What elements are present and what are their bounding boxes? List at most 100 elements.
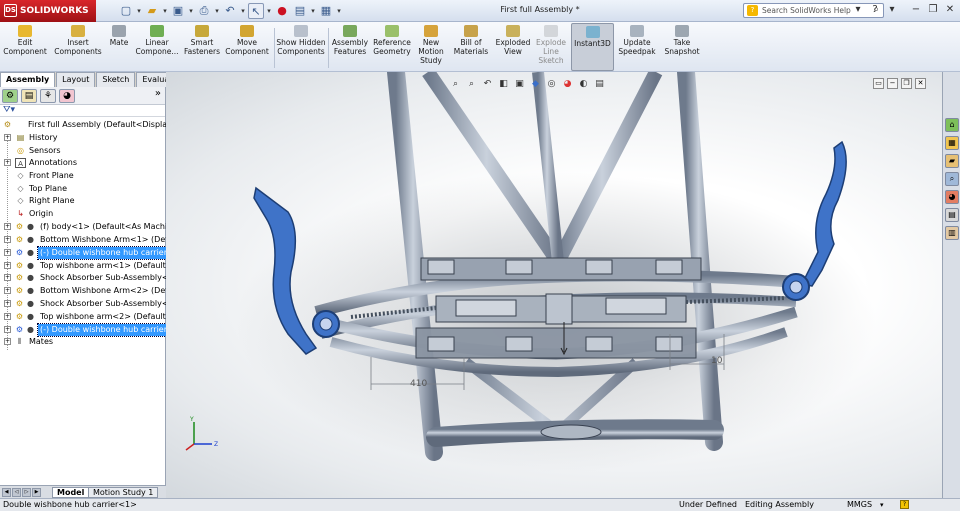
viewport-minimize-icon[interactable]: − (887, 78, 898, 89)
expand-icon[interactable]: + (4, 134, 11, 141)
model-view[interactable]: 410 10 Y Z (166, 72, 942, 498)
mate-button[interactable]: Mate (106, 23, 132, 71)
select-arrow-icon[interactable]: ↖ (248, 3, 264, 19)
feature-manager-tab-icon[interactable]: ⚙ (2, 89, 18, 103)
next-tab-arrow-icon[interactable]: ▷ (22, 488, 31, 497)
expand-icon[interactable]: + (4, 326, 11, 333)
zoom-to-fit-icon[interactable]: ⌕ (449, 78, 462, 90)
expand-icon[interactable]: + (4, 274, 11, 281)
search-results-icon[interactable]: ⌕ (945, 172, 959, 186)
tree-item-label: Origin (29, 209, 54, 218)
tab-motion-study-1[interactable]: Motion Study 1 (88, 487, 159, 498)
expand-icon[interactable]: + (4, 249, 11, 256)
expand-icon[interactable]: + (4, 338, 11, 345)
expand-icon[interactable]: + (4, 159, 11, 166)
configuration-manager-tab-icon[interactable]: ⚘ (40, 89, 56, 103)
rebuild-icon[interactable]: ● (274, 3, 290, 19)
reference-geometry-button[interactable]: Reference Geometry (372, 23, 412, 71)
options-dropdown-icon[interactable]: ▾ (336, 3, 342, 19)
properties-dropdown-icon[interactable]: ▾ (310, 3, 316, 19)
take-snapshot-button[interactable]: Take Snapshot (662, 23, 702, 71)
tab-sketch[interactable]: Sketch (96, 72, 136, 87)
instant3d-button[interactable]: Instant3D (571, 23, 614, 71)
display-style-icon[interactable]: ◆ (529, 78, 542, 90)
filter-icon[interactable]: ⛛▾ (3, 105, 15, 115)
new-document-icon[interactable]: ▢ (118, 3, 134, 19)
open-folder-icon[interactable]: ▰ (144, 3, 160, 19)
view-orientation-icon[interactable]: ▣ (513, 78, 526, 90)
save-dropdown-icon[interactable]: ▾ (188, 3, 194, 19)
file-explorer-icon[interactable]: ▰ (945, 154, 959, 168)
tree-filter[interactable]: ⛛▾ (0, 105, 165, 117)
status-units[interactable]: MMGS (847, 499, 872, 511)
units-dropdown-icon[interactable]: ▾ (880, 499, 884, 511)
custom-properties-icon[interactable]: ▥ (945, 226, 959, 240)
linear-pattern-button[interactable]: Linear Compone... (134, 23, 180, 71)
edit-component-button[interactable]: Edit Component (2, 23, 48, 71)
file-properties-icon[interactable]: ▤ (292, 3, 308, 19)
smart-fasteners-button[interactable]: Smart Fasteners (182, 23, 222, 71)
apply-scene-icon[interactable]: ◐ (577, 78, 590, 90)
zoom-to-area-icon[interactable]: ⌕ (465, 78, 478, 90)
viewport-restore-icon[interactable]: ❐ (901, 78, 912, 89)
view-palette-icon[interactable]: ◕ (945, 190, 959, 204)
new-motion-study-button[interactable]: New Motion Study (414, 23, 448, 71)
minimize-icon[interactable]: − (910, 4, 922, 15)
previous-view-icon[interactable]: ↶ (481, 78, 494, 90)
expand-icon[interactable]: + (4, 300, 11, 307)
expand-icon[interactable]: + (4, 313, 11, 320)
last-tab-arrow-icon[interactable]: ▶ (32, 488, 41, 497)
insert-components-button[interactable]: Insert Components (52, 23, 104, 71)
panel-expand-icon[interactable]: » (155, 88, 161, 99)
status-help-button[interactable]: ? (900, 500, 909, 509)
save-icon[interactable]: ▣ (170, 3, 186, 19)
help-dropdown-icon[interactable]: ▾ (886, 4, 898, 15)
new-dropdown-icon[interactable]: ▾ (136, 3, 142, 19)
prev-tab-arrow-icon[interactable]: ◁ (12, 488, 21, 497)
search-dropdown-icon[interactable]: ▾ (852, 4, 864, 15)
explode-line-sketch-button[interactable]: Explode Line Sketch (534, 23, 568, 71)
appearances-icon[interactable]: ▤ (945, 208, 959, 222)
exploded-view-button[interactable]: Exploded View (494, 23, 532, 71)
first-tab-arrow-icon[interactable]: ◀ (2, 488, 11, 497)
show-hidden-components-button[interactable]: Show Hidden Components (276, 23, 326, 71)
insert-components-label: Insert Components (54, 38, 102, 56)
viewport-close-icon[interactable]: ✕ (915, 78, 926, 89)
display-manager-tab-icon[interactable]: ◕ (59, 89, 75, 103)
expand-icon[interactable]: + (4, 236, 11, 243)
print-icon[interactable]: ⎙ (196, 3, 212, 19)
select-dropdown-icon[interactable]: ▾ (266, 3, 272, 19)
hide-show-items-icon[interactable]: ◎ (545, 78, 558, 90)
undo-icon[interactable]: ↶ (222, 3, 238, 19)
print-dropdown-icon[interactable]: ▾ (214, 3, 220, 19)
property-manager-tab-icon[interactable]: ▤ (21, 89, 37, 103)
assembly-features-button[interactable]: Assembly Features (330, 23, 370, 71)
edit-appearance-icon[interactable]: ◕ (561, 78, 574, 90)
solidworks-logo[interactable]: DS SOLIDWORKS (0, 0, 96, 22)
undo-dropdown-icon[interactable]: ▾ (240, 3, 246, 19)
move-component-button[interactable]: Move Component (224, 23, 270, 71)
solidworks-resources-icon[interactable]: ⌂ (945, 118, 959, 132)
close-icon[interactable]: ✕ (944, 4, 956, 15)
window-title: First full Assembly * (500, 5, 580, 14)
expand-icon[interactable]: + (4, 262, 11, 269)
bill-of-materials-button[interactable]: Bill of Materials (452, 23, 490, 71)
open-dropdown-icon[interactable]: ▾ (162, 3, 168, 19)
tab-layout[interactable]: Layout (56, 72, 96, 87)
tab-assembly[interactable]: Assembly (0, 72, 56, 87)
expand-icon[interactable]: + (4, 223, 11, 230)
viewport-tile-icon[interactable]: ▭ (873, 78, 884, 89)
section-view-icon[interactable]: ◧ (497, 78, 510, 90)
help-question-icon[interactable]: ? (869, 4, 881, 15)
update-speedpak-button[interactable]: Update Speedpak (616, 23, 658, 71)
tab-model[interactable]: Model (52, 487, 90, 498)
graphics-area[interactable]: 410 10 Y Z ⌕ ⌕ ↶ ◧ ▣ ◆ ◎ ◕ ◐ ▤ ▭ − ❐ ✕ (166, 72, 942, 498)
bom-icon (464, 25, 478, 37)
restore-icon[interactable]: ❐ (927, 4, 939, 15)
design-library-icon[interactable]: ▦ (945, 136, 959, 150)
options-icon[interactable]: ▦ (318, 3, 334, 19)
view-settings-icon[interactable]: ▤ (593, 78, 606, 90)
part-icon: ⚙ (15, 235, 24, 244)
subassembly-icon: ⚙ (15, 273, 24, 282)
expand-icon[interactable]: + (4, 287, 11, 294)
